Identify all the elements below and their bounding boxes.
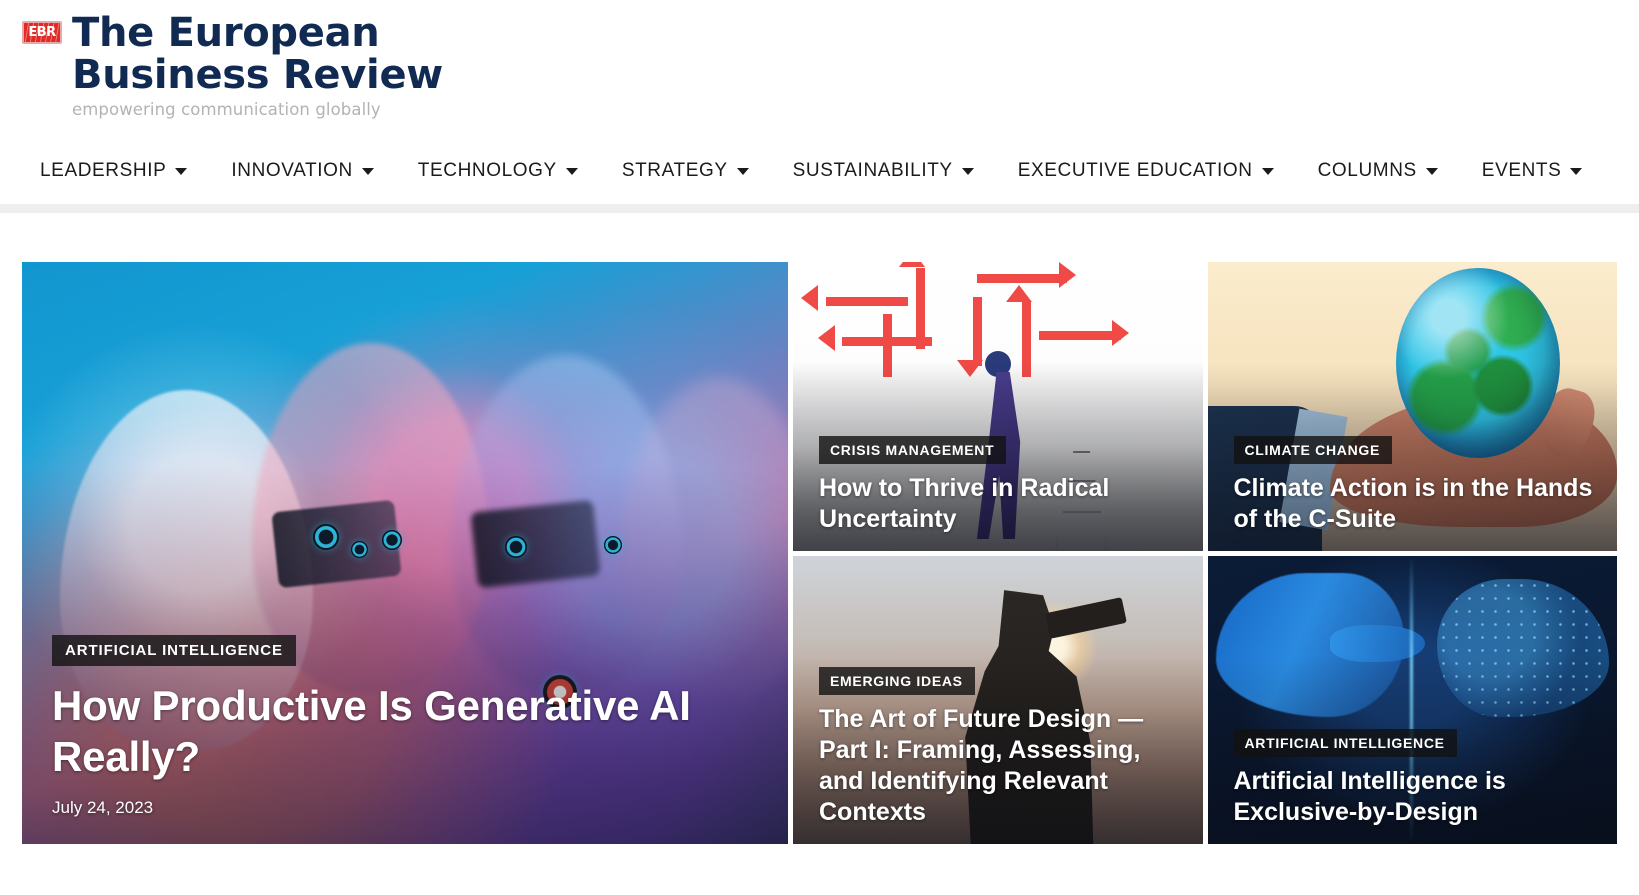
article-title-crisis-management[interactable]: How to Thrive in Radical Uncertainty — [819, 473, 1181, 535]
nav-bottom-band — [0, 204, 1639, 213]
site-logo[interactable]: EBR The European Business Review empower… — [22, 12, 443, 119]
ebr-logo-icon: EBR — [22, 21, 62, 44]
nav-item-innovation[interactable]: INNOVATION — [231, 159, 374, 182]
nav-item-label: INNOVATION — [231, 159, 353, 181]
emerging-ideas-article-body: EMERGING IDEAS The Art of Future Design … — [793, 667, 1203, 844]
hero-article-body: ARTIFICIAL INTELLIGENCE How Productive I… — [22, 635, 788, 844]
hero-category-badge[interactable]: ARTIFICIAL INTELLIGENCE — [52, 635, 296, 666]
main-navigation: LEADERSHIP INNOVATION TECHNOLOGY STRATEG… — [0, 138, 1639, 204]
article-title-emerging-ideas[interactable]: The Art of Future Design — Part I: Frami… — [819, 704, 1181, 828]
logo-tagline: empowering communication globally — [72, 100, 381, 119]
nav-item-label: TECHNOLOGY — [417, 159, 557, 181]
chevron-down-icon — [361, 168, 374, 175]
chevron-down-icon — [961, 168, 974, 175]
featured-article-hero[interactable]: ARTIFICIAL INTELLIGENCE How Productive I… — [22, 262, 788, 844]
featured-articles-grid: ARTIFICIAL INTELLIGENCE How Productive I… — [0, 213, 1639, 844]
chevron-down-icon — [736, 168, 749, 175]
crisis-management-article-body: CRISIS MANAGEMENT How to Thrive in Radic… — [793, 435, 1203, 551]
nav-item-technology[interactable]: TECHNOLOGY — [418, 160, 578, 182]
nav-item-label: SUSTAINABILITY — [792, 159, 953, 181]
logo-line-2: Business Review — [72, 52, 443, 98]
chevron-down-icon — [1570, 168, 1583, 175]
article-title-climate-change[interactable]: Climate Action is in the Hands of the C-… — [1234, 473, 1596, 535]
hero-article-date: July 24, 2023 — [52, 798, 154, 817]
nav-item-columns[interactable]: COLUMNS — [1318, 160, 1438, 182]
nav-item-label: COLUMNS — [1317, 159, 1417, 181]
category-badge-crisis-management[interactable]: CRISIS MANAGEMENT — [819, 435, 1007, 464]
featured-article-climate-change[interactable]: CLIMATE CHANGE Climate Action is in the … — [1207, 262, 1618, 551]
secondary-articles-column: CRISIS MANAGEMENT How to Thrive in Radic… — [793, 262, 1617, 844]
nav-item-leadership[interactable]: LEADERSHIP — [40, 159, 188, 182]
nav-item-sustainability[interactable]: SUSTAINABILITY — [793, 160, 974, 182]
hero-article-title[interactable]: How Productive Is Generative AI Really? — [52, 680, 748, 782]
site-header: EBR The European Business Review empower… — [0, 0, 1639, 138]
nav-item-label: LEADERSHIP — [40, 159, 167, 181]
article-title-artificial-intelligence[interactable]: Artificial Intelligence is Exclusive-by-… — [1234, 766, 1596, 828]
nav-item-label: EXECUTIVE EDUCATION — [1017, 159, 1253, 181]
nav-item-label: STRATEGY — [621, 159, 728, 181]
chevron-down-icon — [175, 168, 188, 175]
category-badge-emerging-ideas[interactable]: EMERGING IDEAS — [819, 667, 975, 695]
logo-wordmark: The European Business Review empowering … — [72, 12, 443, 119]
featured-article-crisis-management[interactable]: CRISIS MANAGEMENT How to Thrive in Radic… — [793, 262, 1203, 551]
category-badge-artificial-intelligence[interactable]: ARTIFICIAL INTELLIGENCE — [1233, 729, 1457, 757]
nav-item-events[interactable]: EVENTS — [1482, 160, 1583, 182]
logo-line-1: The European — [72, 10, 380, 56]
artificial-intelligence-article-body: ARTIFICIAL INTELLIGENCE Artificial Intel… — [1208, 729, 1618, 844]
chevron-down-icon — [1261, 168, 1274, 175]
secondary-articles-row-bottom: EMERGING IDEAS The Art of Future Design … — [793, 555, 1618, 844]
climate-change-article-body: CLIMATE CHANGE Climate Action is in the … — [1208, 435, 1618, 551]
ebr-logo-letters: EBR — [28, 25, 56, 40]
nav-item-label: EVENTS — [1481, 159, 1562, 181]
hero-column: ARTIFICIAL INTELLIGENCE How Productive I… — [22, 262, 788, 844]
nav-item-executive-education[interactable]: EXECUTIVE EDUCATION — [1018, 160, 1274, 182]
featured-article-emerging-ideas[interactable]: EMERGING IDEAS The Art of Future Design … — [793, 555, 1203, 844]
secondary-articles-row-top: CRISIS MANAGEMENT How to Thrive in Radic… — [793, 262, 1617, 551]
featured-article-artificial-intelligence[interactable]: ARTIFICIAL INTELLIGENCE Artificial Intel… — [1207, 555, 1618, 844]
nav-item-strategy[interactable]: STRATEGY — [622, 160, 749, 182]
category-badge-climate-change[interactable]: CLIMATE CHANGE — [1233, 435, 1393, 464]
chevron-down-icon — [565, 168, 578, 175]
chevron-down-icon — [1425, 168, 1438, 175]
